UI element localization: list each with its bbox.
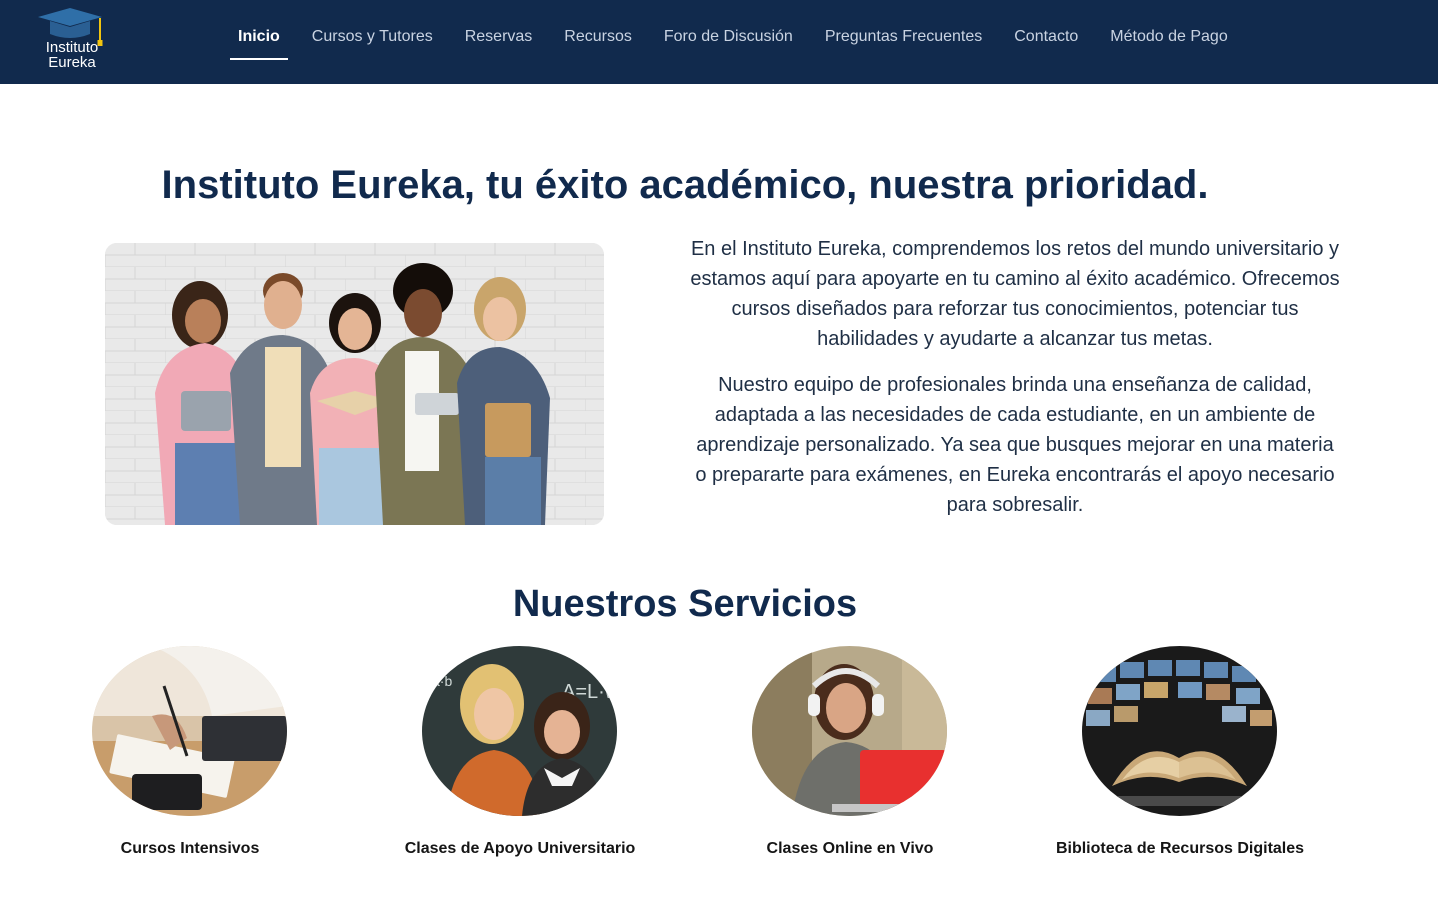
service-image-students-chalkboard: A=L·w a·b [422,646,617,816]
service-label: Biblioteca de Recursos Digitales [1055,840,1305,857]
service-label: Clases de Apoyo Universitario [404,840,636,857]
nav-item-foro[interactable]: Foro de Discusión [664,0,793,60]
site-logo[interactable]: Instituto Eureka [34,6,112,76]
nav-item-cursos-y-tutores[interactable]: Cursos y Tutores [312,0,433,60]
nav-item-recursos[interactable]: Recursos [564,0,632,60]
service-image-writing [92,646,287,816]
hero-paragraph-1: En el Instituto Eureka, comprendemos los… [690,238,1340,350]
svg-text:a·b: a·b [432,673,452,689]
logo-line-1: Instituto [45,39,99,56]
service-image-online-class [752,646,947,816]
nav-links: Inicio Cursos y Tutores Reservas Recurso… [230,0,1260,84]
nav-item-preguntas-frecuentes[interactable]: Preguntas Frecuentes [825,0,982,60]
logo-line-2: Eureka [48,54,96,71]
nav-item-inicio[interactable]: Inicio [230,0,288,60]
nav-item-metodo-de-pago[interactable]: Método de Pago [1110,0,1227,60]
hero-title: Instituto Eureka, tu éxito académico, nu… [161,163,1209,207]
top-navbar: Instituto Eureka Inicio Cursos y Tutores… [0,0,1438,84]
nav-item-contacto[interactable]: Contacto [1014,0,1078,60]
service-label: Clases Online en Vivo [766,840,934,857]
hero-paragraph-2: Nuestro equipo de profesionales brinda u… [695,374,1335,516]
service-image-digital-library [1082,646,1277,816]
hero-students-image [105,243,604,525]
nav-item-reservas[interactable]: Reservas [465,0,533,60]
logo-text: Instituto Eureka [34,40,110,70]
hero-description: En el Instituto Eureka, comprendemos los… [690,234,1340,536]
service-label: Cursos Intensivos [120,840,260,857]
services-title: Nuestros Servicios [512,583,858,625]
